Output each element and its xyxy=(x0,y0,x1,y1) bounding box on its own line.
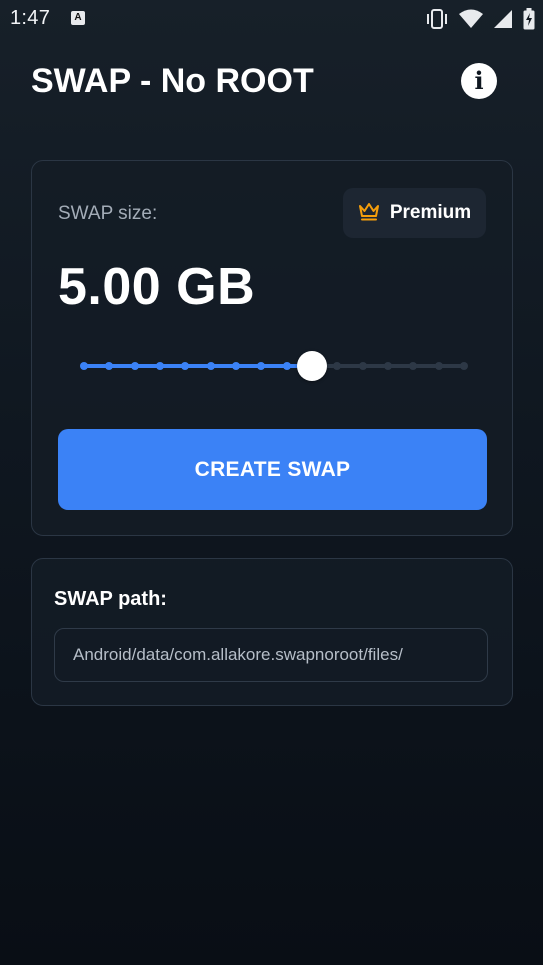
slider-tick xyxy=(130,362,139,370)
premium-button[interactable]: Premium xyxy=(343,188,486,238)
create-swap-button[interactable]: CREATE SWAP xyxy=(58,429,487,510)
slider-tick xyxy=(232,362,240,370)
text-a-icon: A xyxy=(71,11,85,25)
slider-tick xyxy=(105,362,114,370)
swap-path-label: SWAP path: xyxy=(54,588,167,610)
slider-tick xyxy=(282,362,291,370)
wifi-icon xyxy=(459,9,483,29)
slider-tick xyxy=(460,362,468,370)
slider-tick xyxy=(333,362,342,370)
status-bar: 1:47 A xyxy=(0,0,543,38)
swap-size-value: 5.00 GB xyxy=(58,258,256,316)
slider-tick xyxy=(181,362,190,370)
info-icon[interactable]: i xyxy=(461,63,497,99)
battery-charging-icon xyxy=(523,8,535,30)
status-time: 1:47 xyxy=(10,7,51,29)
slider-tick xyxy=(358,362,367,370)
swap-path-field[interactable]: Android/data/com.allakore.swapnoroot/fil… xyxy=(54,628,488,682)
slider-tick xyxy=(156,362,164,370)
slider-tick xyxy=(434,362,443,370)
slider-tick xyxy=(80,362,88,370)
slider-tick xyxy=(384,362,392,370)
status-icons xyxy=(425,7,535,31)
slider-thumb[interactable] xyxy=(297,351,327,381)
signal-icon xyxy=(493,9,513,29)
slider-active-track xyxy=(84,364,312,368)
swap-path-card: SWAP path: Android/data/com.allakore.swa… xyxy=(31,558,513,706)
swap-size-label: SWAP size: xyxy=(58,203,158,224)
slider-tick xyxy=(206,362,215,370)
app-title: SWAP - No ROOT xyxy=(31,62,314,100)
vibrate-icon xyxy=(425,9,449,29)
swap-size-slider[interactable] xyxy=(76,346,472,386)
premium-label: Premium xyxy=(389,202,472,223)
slider-tick xyxy=(409,362,418,370)
slider-tick xyxy=(257,362,266,370)
swap-size-card: SWAP size: Premium 5.00 GB CREATE SWAP xyxy=(31,160,513,536)
crown-icon xyxy=(358,201,380,226)
